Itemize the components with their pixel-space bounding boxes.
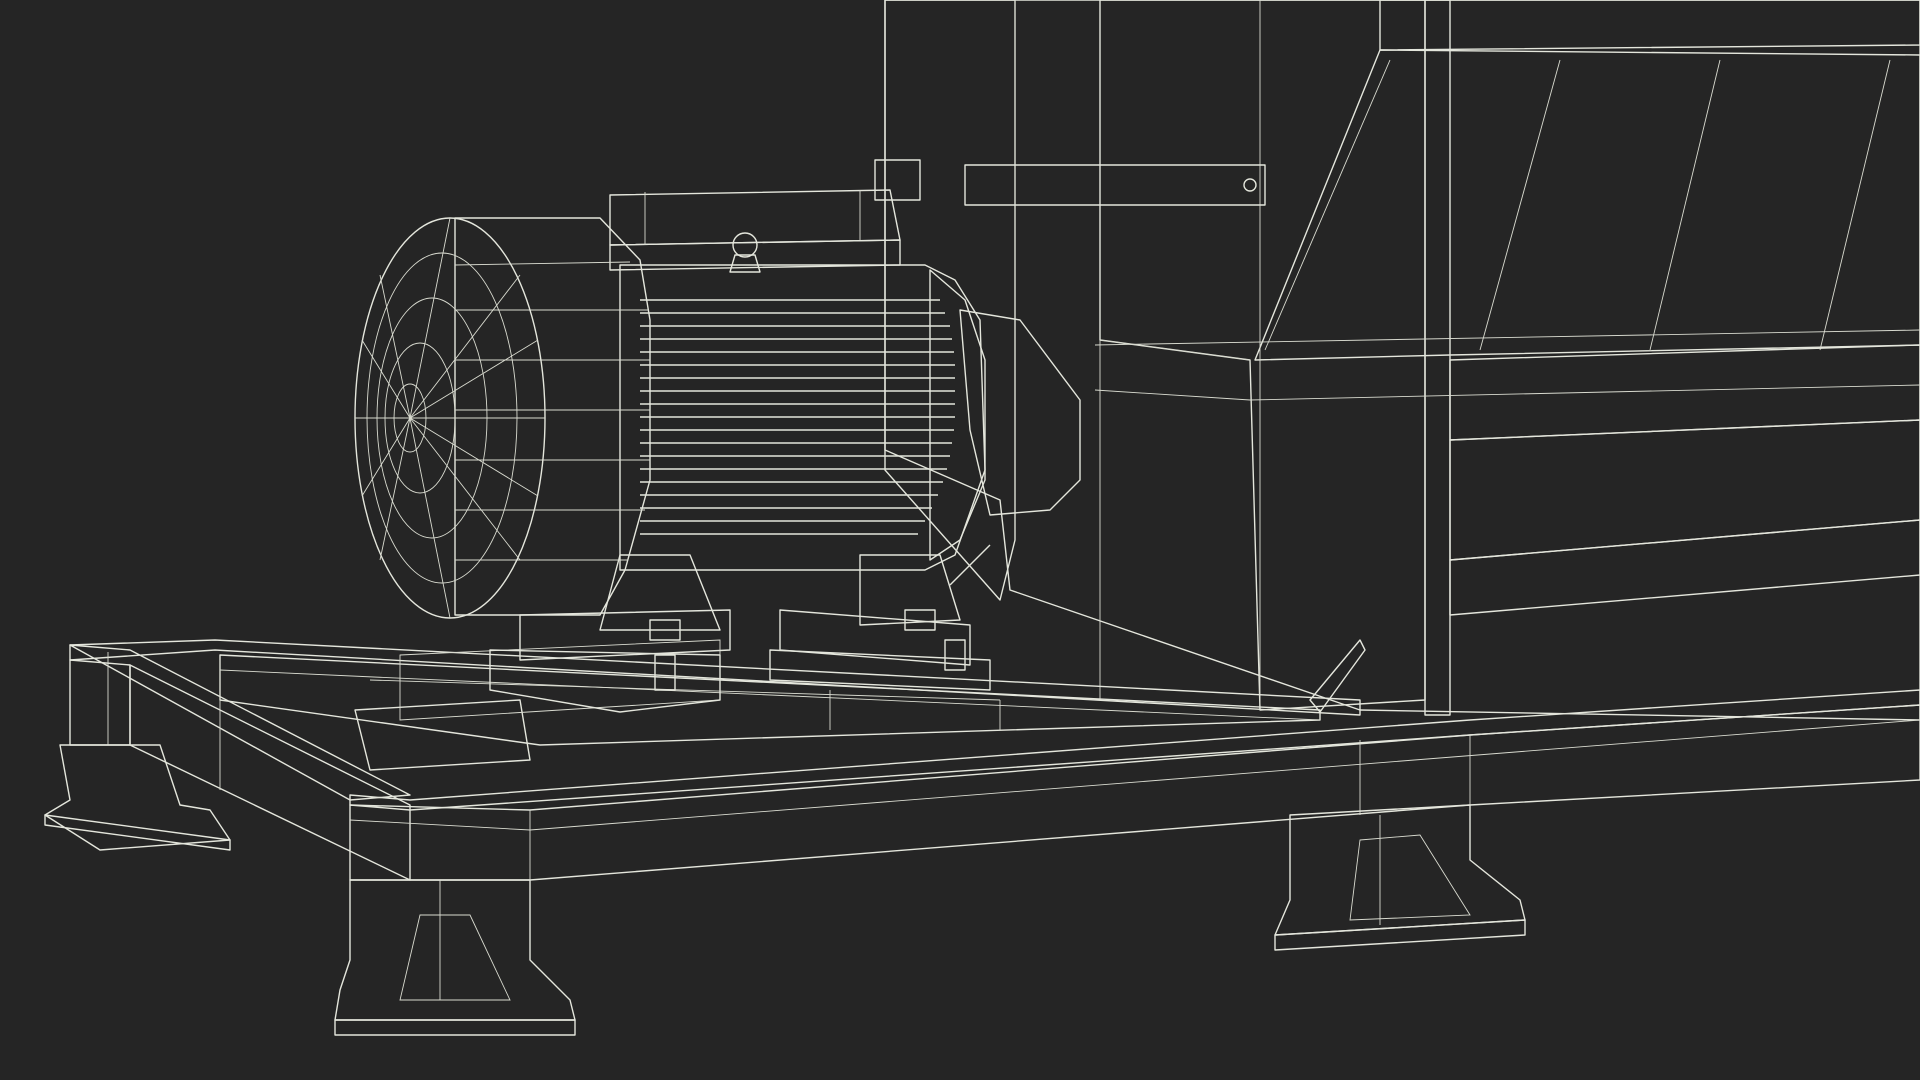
- wireframe-render: [0, 0, 1920, 1080]
